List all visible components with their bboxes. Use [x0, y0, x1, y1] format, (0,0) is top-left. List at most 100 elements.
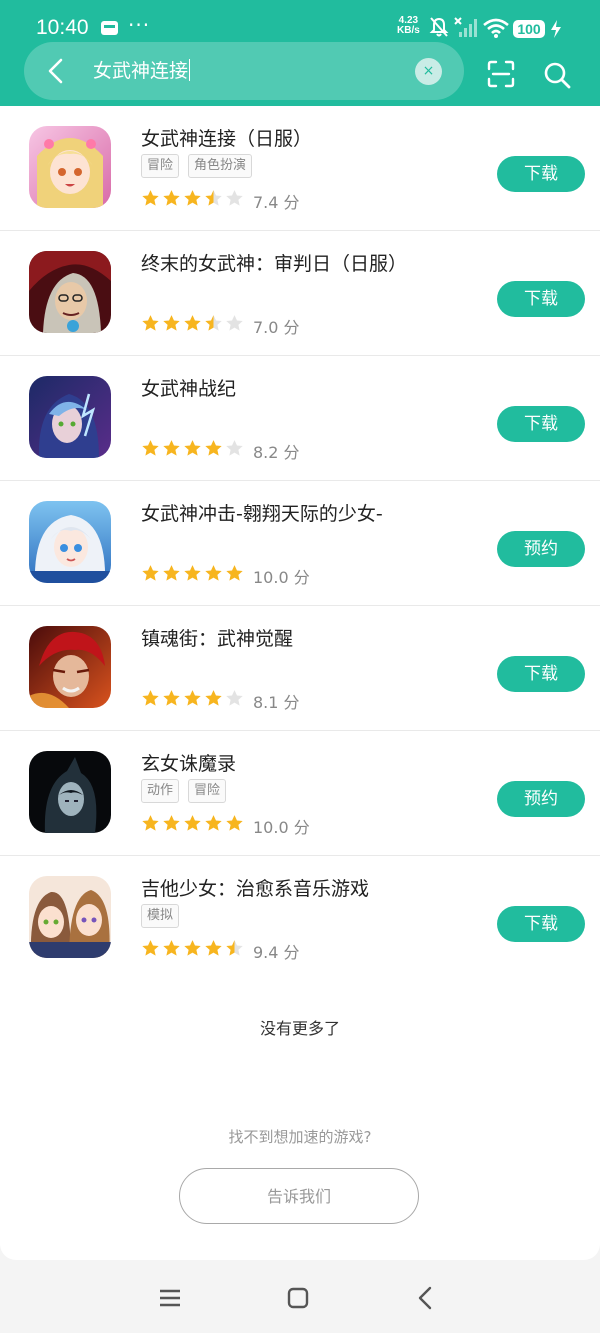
game-title[interactable]: 玄女诛魔录	[141, 749, 236, 776]
star-icon	[226, 565, 243, 581]
app-header: 10:40 ··· 4.23 KB/s 100 女武神连接 ×	[0, 0, 600, 106]
star-icon	[226, 190, 243, 206]
star-icon	[142, 565, 159, 581]
star-icon	[205, 940, 222, 956]
download-button[interactable]: 下载	[497, 156, 585, 192]
status-time: 10:40	[36, 16, 89, 39]
tell-us-button[interactable]: 告诉我们	[179, 1168, 419, 1224]
notification-app-icon	[101, 21, 118, 35]
game-title[interactable]: 镇魂街：武神觉醒	[141, 624, 293, 651]
game-title[interactable]: 女武神连接（日服）	[141, 124, 312, 151]
star-icon	[184, 565, 201, 581]
list-item[interactable]: 吉他少女：治愈系音乐游戏 模拟 9.4 分 下载	[0, 856, 600, 981]
star-icon	[205, 690, 222, 706]
net-speed-unit: KB/s	[397, 25, 420, 36]
list-item[interactable]: 女武神冲击-翱翔天际的少女- 10.0 分 预约	[0, 481, 600, 606]
star-icon	[163, 315, 180, 331]
star-icon	[184, 315, 201, 331]
star-icon	[226, 690, 243, 706]
star-icon	[163, 565, 180, 581]
star-icon	[184, 815, 201, 831]
battery-level: 100	[513, 20, 545, 38]
signal-icon	[454, 17, 477, 37]
reserve-button[interactable]: 预约	[497, 781, 585, 817]
star-icon	[226, 940, 243, 956]
tag: 角色扮演	[188, 154, 253, 178]
star-icon	[163, 690, 180, 706]
search-bar[interactable]: 女武神连接 ×	[24, 42, 464, 100]
game-icon-valkyrie-war[interactable]	[29, 376, 111, 458]
star-icon	[205, 315, 222, 331]
download-button[interactable]: 下载	[497, 281, 585, 317]
star-icon	[163, 440, 180, 456]
star-icon	[226, 440, 243, 456]
list-item[interactable]: 镇魂街：武神觉醒 8.1 分 下载	[0, 606, 600, 731]
score: 9.4 分	[253, 943, 300, 962]
game-icon-record-of-ragnarok[interactable]	[29, 251, 111, 333]
star-icon	[184, 440, 201, 456]
star-icon	[142, 690, 159, 706]
star-icon	[184, 690, 201, 706]
star-icon	[205, 815, 222, 831]
back-icon[interactable]	[417, 1286, 433, 1310]
star-icon	[184, 940, 201, 956]
text-caret	[189, 59, 191, 81]
tag-list: 动作 冒险	[141, 779, 235, 803]
charging-icon	[551, 20, 561, 38]
scan-icon[interactable]	[487, 60, 515, 88]
game-title[interactable]: 吉他少女：治愈系音乐游戏	[141, 874, 369, 901]
game-icon-guitar-girl[interactable]	[29, 876, 111, 958]
menu-icon[interactable]	[159, 1288, 181, 1308]
search-query-text: 女武神连接	[93, 60, 189, 82]
download-button[interactable]: 下载	[497, 906, 585, 942]
star-icon	[163, 815, 180, 831]
tag: 动作	[141, 779, 180, 803]
list-item[interactable]: 玄女诛魔录 动作 冒险 10.0 分 预约	[0, 731, 600, 856]
game-title[interactable]: 女武神冲击-翱翔天际的少女-	[141, 499, 383, 526]
game-title[interactable]: 女武神战纪	[141, 374, 236, 401]
back-arrow-icon[interactable]	[46, 58, 64, 84]
game-icon-valkyrie-connect[interactable]	[29, 126, 111, 208]
star-icon	[205, 190, 222, 206]
tag: 冒险	[188, 779, 227, 803]
game-icon-valkyrie-impulse[interactable]	[29, 501, 111, 583]
list-item[interactable]: 终末的女武神：审判日（日服） 7.0 分 下载	[0, 231, 600, 356]
no-more-text: 没有更多了	[259, 1019, 340, 1038]
system-navigation-bar	[0, 1262, 600, 1333]
download-button[interactable]: 下载	[497, 406, 585, 442]
search-results-list: 女武神连接（日服） 冒险 角色扮演 7.4 分 下载 终末的女武神：审判日（日服）…	[0, 106, 600, 981]
status-bar: 10:40 ··· 4.23 KB/s 100	[0, 0, 600, 42]
star-icon	[226, 815, 243, 831]
star-icon	[163, 940, 180, 956]
network-speed: 4.23 KB/s	[397, 16, 420, 36]
tag-list: 模拟	[141, 904, 188, 928]
score: 10.0 分	[253, 818, 310, 837]
score: 7.4 分	[253, 193, 300, 212]
list-item[interactable]: 女武神连接（日服） 冒险 角色扮演 7.4 分 下载	[0, 106, 600, 231]
score: 10.0 分	[253, 568, 310, 587]
score: 7.0 分	[253, 318, 300, 337]
tag-list: 冒险 角色扮演	[141, 154, 261, 178]
search-input[interactable]: 女武神连接	[93, 58, 191, 84]
clear-search-icon[interactable]: ×	[415, 58, 442, 85]
mute-bell-icon	[429, 17, 449, 37]
star-icon	[142, 315, 159, 331]
home-icon[interactable]	[287, 1287, 309, 1309]
star-icon	[163, 190, 180, 206]
star-icon	[142, 940, 159, 956]
star-icon	[226, 315, 243, 331]
more-notifications-icon: ···	[128, 13, 151, 37]
search-icon[interactable]	[543, 61, 571, 89]
reserve-button[interactable]: 预约	[497, 531, 585, 567]
star-icon	[142, 815, 159, 831]
download-button[interactable]: 下载	[497, 656, 585, 692]
wifi-icon	[483, 18, 509, 38]
star-icon	[205, 440, 222, 456]
star-icon	[142, 440, 159, 456]
game-title[interactable]: 终末的女武神：审判日（日服）	[141, 249, 407, 276]
score: 8.1 分	[253, 693, 300, 712]
game-icon-zhenhunjie[interactable]	[29, 626, 111, 708]
list-item[interactable]: 女武神战纪 8.2 分 下载	[0, 356, 600, 481]
tag: 冒险	[141, 154, 180, 178]
game-icon-xuannv[interactable]	[29, 751, 111, 833]
